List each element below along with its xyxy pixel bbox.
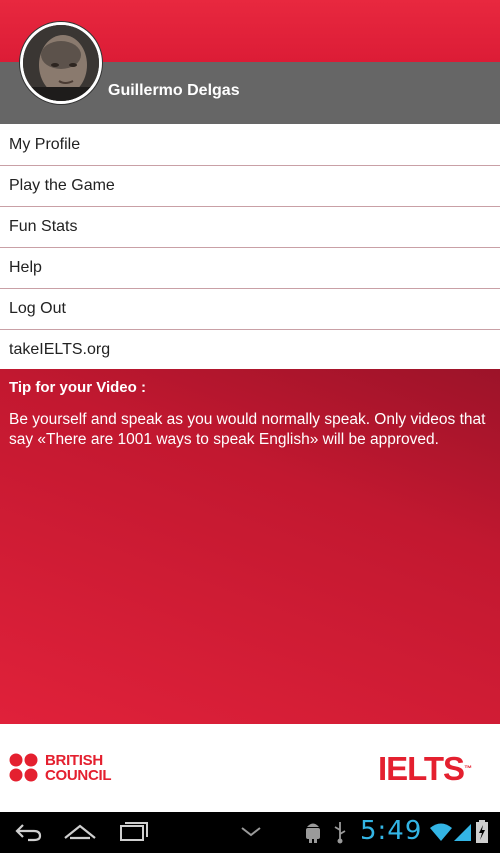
british-council-wordmark: BRITISH COUNCIL xyxy=(45,752,112,784)
tip-text: Be yourself and speak as you would norma… xyxy=(9,411,486,448)
battery-icon xyxy=(476,820,488,843)
keyboard-hide-icon[interactable] xyxy=(238,820,264,844)
ielts-wordmark: IELTS xyxy=(378,750,465,787)
menu-item-log-out[interactable]: Log Out xyxy=(0,289,500,330)
tip-title: Tip for your Video : xyxy=(9,379,146,396)
avatar[interactable] xyxy=(20,22,102,104)
menu-item-help[interactable]: Help xyxy=(0,248,500,289)
menu-item-takeielts[interactable]: takeIELTS.org xyxy=(0,330,500,370)
signal-icon xyxy=(454,824,471,841)
ielts-trademark: ™ xyxy=(464,764,473,773)
back-icon[interactable] xyxy=(14,820,44,844)
user-photo xyxy=(23,25,99,101)
home-icon[interactable] xyxy=(62,820,98,844)
menu-item-play-the-game[interactable]: Play the Game xyxy=(0,166,500,207)
system-navigation-bar: 5:49 xyxy=(0,812,500,853)
wifi-icon xyxy=(430,823,452,841)
british-council-line2: COUNCIL xyxy=(45,767,112,784)
android-debug-icon xyxy=(306,823,320,843)
menu-item-my-profile[interactable]: My Profile xyxy=(0,125,500,166)
username: Guillermo Delgas xyxy=(108,82,240,99)
menu-item-fun-stats[interactable]: Fun Stats xyxy=(0,207,500,248)
usb-icon xyxy=(334,822,346,844)
status-clock: 5:49 xyxy=(360,816,423,846)
british-council-line1: BRITISH xyxy=(45,752,103,769)
nav-menu: My Profile Play the Game Fun Stats Help … xyxy=(0,125,500,370)
footer: BRITISH COUNCIL IELTS™ xyxy=(0,724,500,812)
recent-apps-icon[interactable] xyxy=(118,820,150,844)
tip-panel: Tip for your Video : Be yourself and spe… xyxy=(0,369,500,724)
ielts-logo: IELTS™ xyxy=(378,751,472,787)
british-council-dots-icon xyxy=(9,753,38,782)
